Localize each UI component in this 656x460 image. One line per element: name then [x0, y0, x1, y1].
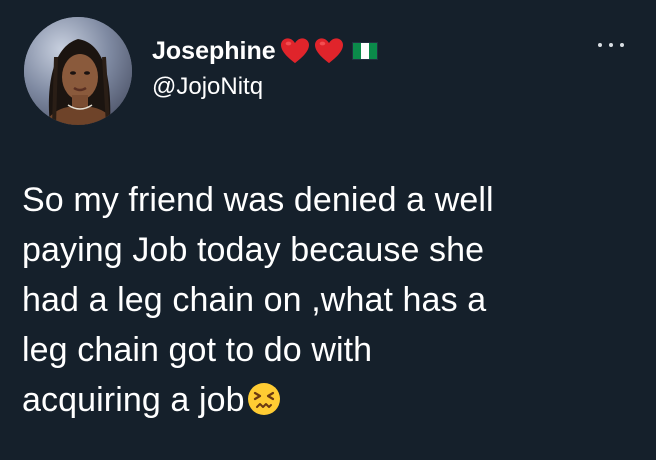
- tweet-header: Josephine @JojoNitq: [152, 36, 378, 102]
- tweet-line: So my friend was denied a well: [22, 181, 494, 219]
- nigeria-flag-icon: [351, 42, 378, 60]
- red-heart-icon: [314, 38, 343, 64]
- profile-photo: [24, 17, 132, 125]
- more-options-icon[interactable]: [598, 40, 624, 50]
- tweet-line-last: acquiring a job: [22, 375, 642, 425]
- avatar[interactable]: [24, 17, 132, 125]
- user-handle[interactable]: @JojoNitq: [152, 72, 378, 102]
- tweet-text: So my friend was denied a well paying Jo…: [22, 175, 642, 425]
- tweet-line: paying Job today because she: [22, 231, 485, 269]
- name-row: Josephine: [152, 36, 378, 66]
- confounded-face-icon: [247, 383, 280, 415]
- tweet-line: had a leg chain on ,what has a: [22, 281, 487, 319]
- tweet-line: leg chain got to do with: [22, 331, 373, 369]
- red-heart-icon: [280, 38, 309, 64]
- display-name[interactable]: Josephine: [152, 36, 276, 66]
- tweet-card: Josephine @JojoNitq So my friend was den…: [0, 0, 656, 460]
- tweet-line: acquiring a job: [22, 381, 245, 419]
